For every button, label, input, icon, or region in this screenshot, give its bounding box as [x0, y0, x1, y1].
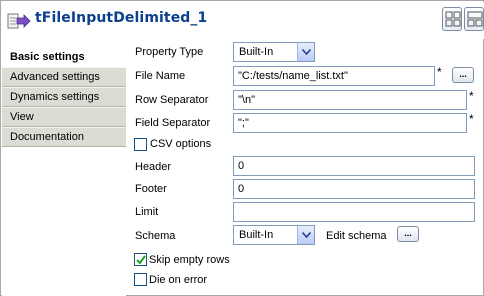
file-name-field[interactable]: "C:/tests/name_list.txt" — [233, 66, 435, 86]
chevron-down-icon — [297, 226, 314, 244]
component-settings-panel: tFileInputDelimited_1 Basic settings Adv… — [0, 0, 484, 296]
sidebar-empty-area — [2, 147, 126, 296]
row-separator-field[interactable]: "\n" — [233, 90, 467, 110]
required-marker: * — [437, 65, 442, 79]
skip-empty-rows-checkbox[interactable] — [134, 253, 147, 266]
edit-schema-label: Edit schema — [326, 230, 387, 242]
tab-advanced-settings[interactable]: Advanced settings — [2, 67, 126, 87]
panel-header: tFileInputDelimited_1 — [2, 2, 484, 39]
row-separator-label: Row Separator — [135, 94, 209, 106]
csv-options-label: CSV options — [150, 138, 212, 150]
die-on-error-label: Die on error — [149, 274, 208, 286]
panel-title: tFileInputDelimited_1 — [35, 10, 208, 26]
edit-schema-button[interactable]: ... — [397, 226, 419, 242]
die-on-error-checkbox[interactable] — [134, 273, 147, 286]
property-type-label: Property Type — [135, 46, 204, 58]
footer-label: Footer — [135, 183, 167, 195]
tab-dynamics-settings[interactable]: Dynamics settings — [2, 87, 126, 107]
limit-field[interactable] — [233, 202, 475, 222]
layout-split-button[interactable] — [464, 7, 484, 31]
property-type-select[interactable]: Built-In — [233, 42, 315, 62]
footer-field[interactable]: 0 — [233, 179, 475, 199]
field-separator-label: Field Separator — [135, 117, 211, 129]
tab-view[interactable]: View — [2, 107, 126, 127]
layout-grid-button[interactable] — [442, 7, 462, 31]
file-input-icon — [7, 12, 31, 30]
tab-basic-settings[interactable]: Basic settings — [2, 47, 126, 67]
limit-label: Limit — [135, 206, 159, 218]
required-marker: * — [469, 89, 474, 103]
file-name-label: File Name — [135, 70, 186, 82]
skip-empty-rows-label: Skip empty rows — [149, 254, 230, 266]
browse-file-button[interactable]: ... — [452, 67, 474, 83]
header-label: Header — [135, 161, 172, 173]
chevron-down-icon — [297, 43, 314, 61]
settings-sidebar: Basic settings Advanced settings Dynamic… — [2, 47, 126, 147]
schema-select[interactable]: Built-In — [233, 225, 315, 245]
csv-options-checkbox[interactable] — [134, 138, 147, 151]
header-field[interactable]: 0 — [233, 156, 475, 176]
field-separator-field[interactable]: ";" — [233, 113, 467, 133]
tab-documentation[interactable]: Documentation — [2, 127, 126, 147]
schema-value: Built-In — [239, 229, 274, 241]
required-marker: * — [469, 112, 474, 126]
schema-label: Schema — [135, 230, 176, 242]
property-type-value: Built-In — [239, 46, 274, 58]
